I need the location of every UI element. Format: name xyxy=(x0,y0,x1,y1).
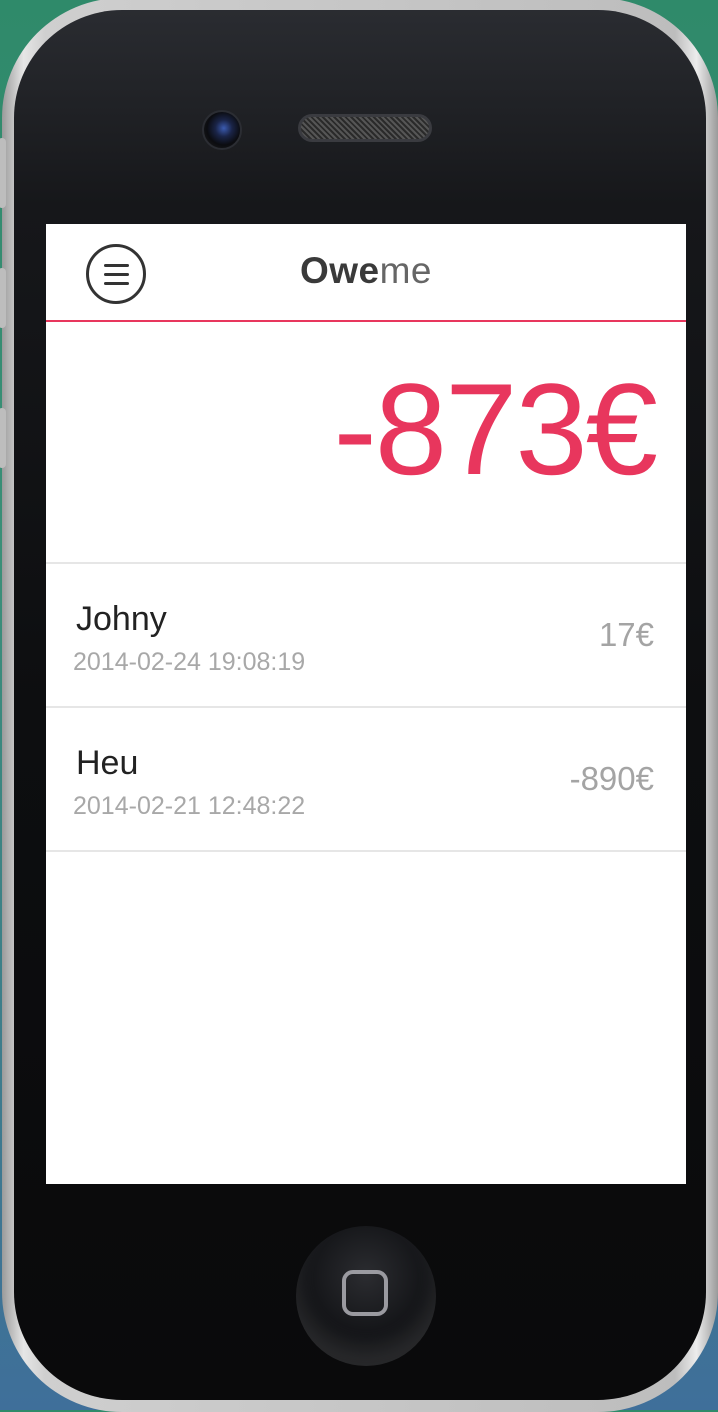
divider xyxy=(46,850,686,852)
transaction-date: 2014-02-24 19:08:19 xyxy=(73,648,306,676)
volume-down-button xyxy=(0,408,6,468)
transaction-amount: -890€ xyxy=(569,760,654,797)
app-title: Oweme xyxy=(46,250,686,292)
transaction-date: 2014-02-21 12:48:22 xyxy=(73,792,306,820)
volume-up-button xyxy=(0,268,6,328)
app-title-light: me xyxy=(379,250,433,291)
transaction-name: Johny xyxy=(76,600,167,638)
top-bar: Oweme xyxy=(46,224,686,322)
app-screen: Oweme -873€ Johny 2014-02-24 19:08:19 17… xyxy=(46,224,686,1184)
transaction-row[interactable]: Johny 2014-02-24 19:08:19 17€ xyxy=(46,564,686,708)
speaker-grille xyxy=(298,114,432,142)
balance-total: -873€ xyxy=(333,356,658,502)
home-square-icon xyxy=(342,1270,388,1316)
transaction-row[interactable]: Heu 2014-02-21 12:48:22 -890€ xyxy=(46,708,686,852)
transaction-name: Heu xyxy=(76,744,139,782)
home-button[interactable] xyxy=(296,1226,436,1366)
app-title-bold: Owe xyxy=(299,250,380,291)
transaction-amount: 17€ xyxy=(598,616,654,653)
camera-icon xyxy=(202,110,242,150)
mute-switch xyxy=(0,138,6,208)
